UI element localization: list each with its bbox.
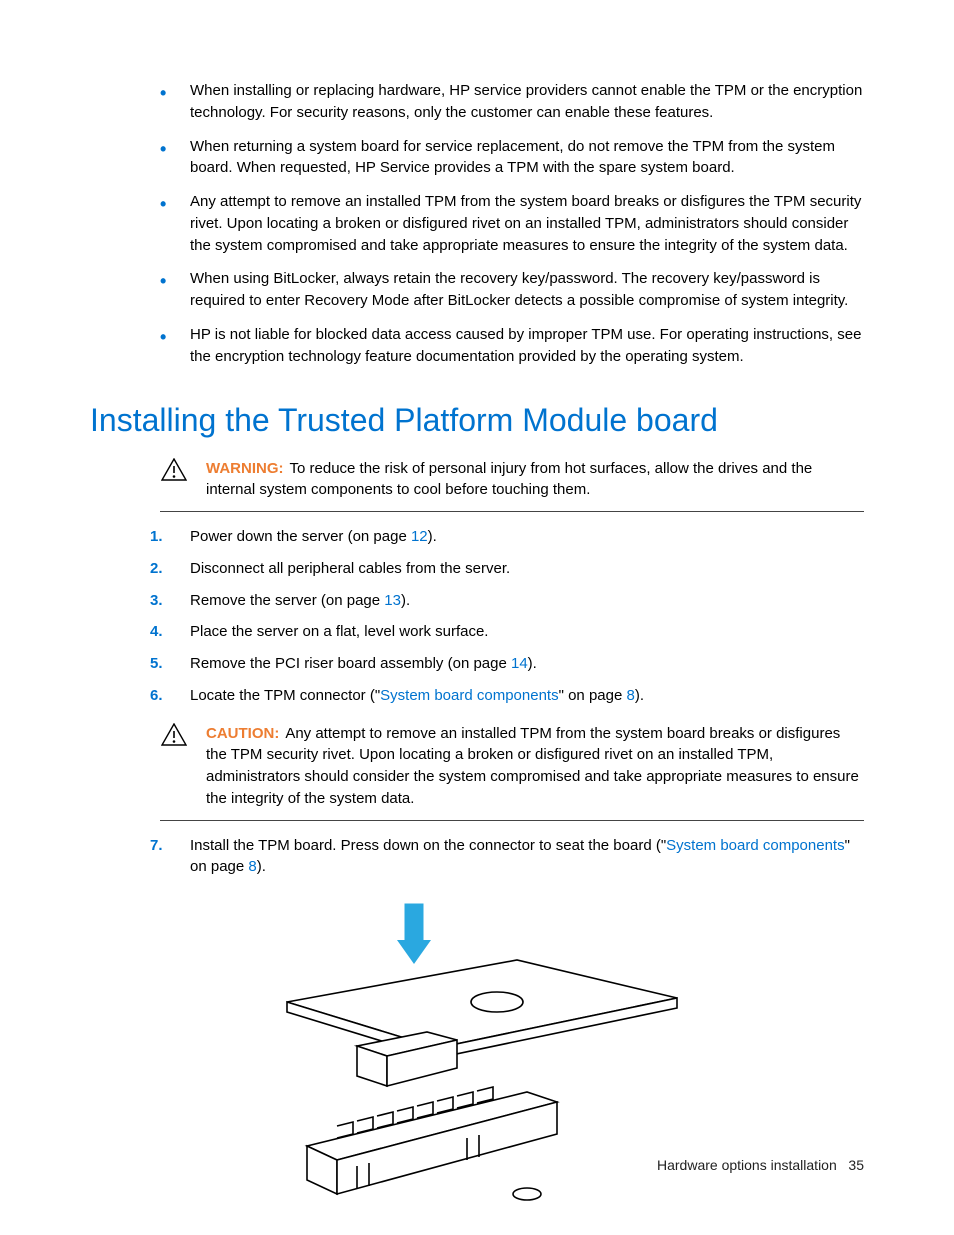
tpm-diagram-svg: [257, 898, 697, 1208]
step-text: Locate the TPM connector (": [190, 687, 380, 704]
caution-body: CAUTION:Any attempt to remove an install…: [206, 723, 864, 810]
page-footer: Hardware options installation 35: [657, 1155, 864, 1175]
bullet-item: When using BitLocker, always retain the …: [160, 268, 864, 312]
step-text: Remove the PCI riser board assembly (on …: [190, 655, 511, 672]
procedure-steps: 1. Power down the server (on page 12). 2…: [90, 526, 864, 707]
step-number: 4.: [150, 621, 174, 643]
step-4: 4. Place the server on a flat, level wor…: [150, 621, 864, 643]
bullet-text: When using BitLocker, always retain the …: [190, 270, 848, 309]
caution-label: CAUTION:: [206, 725, 279, 742]
intro-bullet-list: When installing or replacing hardware, H…: [90, 80, 864, 367]
step-5: 5. Remove the PCI riser board assembly (…: [150, 653, 864, 675]
step-3: 3. Remove the server (on page 13).: [150, 590, 864, 612]
procedure-steps-cont: 7. Install the TPM board. Press down on …: [90, 835, 864, 879]
page-link[interactable]: 14: [511, 655, 528, 672]
step-2: 2. Disconnect all peripheral cables from…: [150, 558, 864, 580]
bullet-text: Any attempt to remove an installed TPM f…: [190, 193, 861, 254]
warning-label: WARNING:: [206, 460, 284, 477]
step-text: ).: [257, 858, 266, 875]
caution-text: Any attempt to remove an installed TPM f…: [206, 725, 859, 807]
page-link[interactable]: 12: [411, 528, 428, 545]
warning-body: WARNING:To reduce the risk of personal i…: [206, 458, 864, 502]
cross-ref-link[interactable]: System board components: [666, 837, 844, 854]
page-link[interactable]: 8: [626, 687, 634, 704]
step-text: " on page: [559, 687, 627, 704]
step-text: ).: [428, 528, 437, 545]
step-number: 3.: [150, 590, 174, 612]
cross-ref-link[interactable]: System board components: [380, 687, 558, 704]
step-text: ).: [528, 655, 537, 672]
step-6: 6. Locate the TPM connector ("System boa…: [150, 685, 864, 707]
step-text: Place the server on a flat, level work s…: [190, 623, 488, 640]
step-text: ).: [635, 687, 644, 704]
warning-admonition: WARNING:To reduce the risk of personal i…: [160, 452, 864, 513]
step-text: Disconnect all peripheral cables from th…: [190, 560, 510, 577]
bullet-item: When installing or replacing hardware, H…: [160, 80, 864, 124]
step-1: 1. Power down the server (on page 12).: [150, 526, 864, 548]
bullet-item: When returning a system board for servic…: [160, 136, 864, 180]
section-heading: Installing the Trusted Platform Module b…: [90, 397, 864, 443]
caution-admonition: CAUTION:Any attempt to remove an install…: [160, 717, 864, 821]
page-link[interactable]: 8: [248, 858, 256, 875]
bullet-text: HP is not liable for blocked data access…: [190, 326, 861, 365]
warning-icon: [160, 458, 188, 502]
step-number: 1.: [150, 526, 174, 548]
step-text: Remove the server (on page: [190, 592, 384, 609]
step-number: 5.: [150, 653, 174, 675]
bullet-item: Any attempt to remove an installed TPM f…: [160, 191, 864, 256]
step-number: 2.: [150, 558, 174, 580]
step-7: 7. Install the TPM board. Press down on …: [150, 835, 864, 879]
step-text: ).: [401, 592, 410, 609]
step-text: Install the TPM board. Press down on the…: [190, 837, 666, 854]
footer-section: Hardware options installation: [657, 1157, 837, 1173]
step-text: Power down the server (on page: [190, 528, 411, 545]
caution-icon: [160, 723, 188, 810]
page-link[interactable]: 13: [384, 592, 401, 609]
step-number: 7.: [150, 835, 174, 857]
bullet-item: HP is not liable for blocked data access…: [160, 324, 864, 368]
bullet-text: When returning a system board for servic…: [190, 138, 835, 177]
footer-page: 35: [848, 1157, 864, 1173]
warning-text: To reduce the risk of personal injury fr…: [206, 460, 812, 499]
step-number: 6.: [150, 685, 174, 707]
bullet-text: When installing or replacing hardware, H…: [190, 82, 862, 121]
